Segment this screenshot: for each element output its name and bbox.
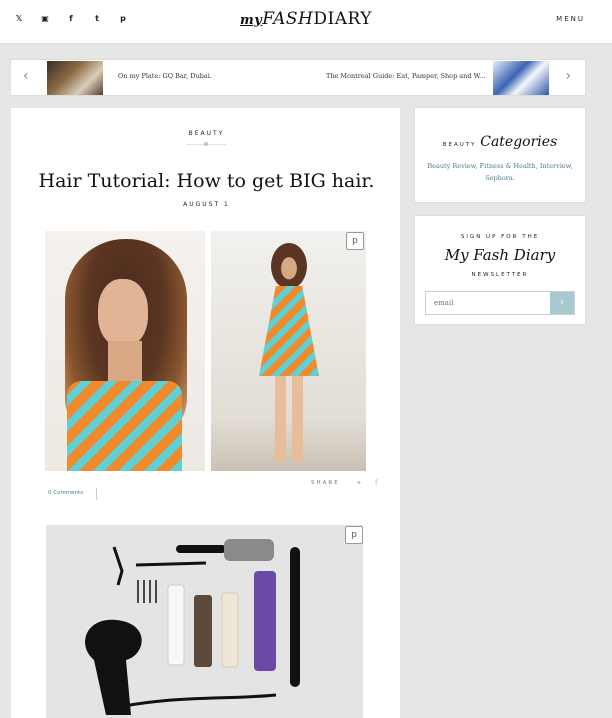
photo-face	[98, 279, 148, 347]
email-input[interactable]	[426, 292, 551, 314]
chevron-left-icon[interactable]: ‹	[23, 68, 29, 84]
pinterest-icon[interactable]: p	[345, 526, 363, 544]
categories-script-title: Categories	[480, 134, 558, 150]
categories-header: BEAUTY Categories	[415, 134, 585, 150]
site-header: 𝕏 ▣ f t p myFASHDIARY MENU	[0, 0, 612, 44]
hair-tools-illustration	[85, 539, 300, 715]
newsletter-header: SIGN UP FOR THE	[460, 234, 540, 240]
article-title[interactable]: Hair Tutorial: How to get BIG hair.	[11, 170, 402, 192]
photo-head	[271, 243, 307, 289]
article-photo-hair-tools[interactable]	[46, 525, 363, 718]
newsletter-widget: SIGN UP FOR THE My Fash Diary NEWSLETTER…	[414, 215, 586, 325]
site-logo[interactable]: myFASHDIARY	[0, 9, 612, 29]
article-photo-portrait[interactable]	[45, 231, 205, 471]
photo-neck	[108, 341, 142, 381]
menu-button[interactable]: MENU	[556, 15, 585, 23]
slider-item-title[interactable]: On my Plate: GQ Bar, Dubai.	[118, 72, 212, 80]
divider	[96, 488, 97, 500]
photo-dress	[259, 286, 319, 376]
comments-link[interactable]: 0 Comments	[48, 490, 83, 496]
article-photo-fullbody[interactable]	[211, 231, 366, 471]
share-label: SHARE	[311, 480, 340, 486]
pinterest-icon[interactable]: p	[346, 232, 364, 250]
photo-legs	[275, 376, 303, 461]
categories-widget: BEAUTY Categories Beauty Review, Fitness…	[414, 107, 586, 203]
photo-dress	[67, 381, 182, 471]
twitter-share-icon[interactable]: ✦	[356, 479, 362, 487]
article-category[interactable]: BEAUTY	[11, 130, 402, 137]
article-card: BEAUTY Hair Tutorial: How to get BIG hai…	[10, 107, 401, 718]
logo-fash: FASH	[262, 9, 314, 29]
logo-my: my	[239, 13, 263, 28]
categories-head-label: BEAUTY	[442, 142, 477, 148]
category-links[interactable]: Beauty Review, Fitness & Health, Intervi…	[425, 160, 575, 184]
slider-thumbnail[interactable]	[47, 61, 103, 95]
facebook-share-icon[interactable]: f	[375, 479, 377, 487]
post-slider: ‹ On my Plate: GQ Bar, Dubai. The Montre…	[10, 59, 586, 96]
newsletter-script-title: My Fash Diary	[444, 246, 556, 264]
article-date: AUGUST 1	[183, 201, 230, 208]
email-form: ›	[425, 291, 575, 315]
slider-item-title[interactable]: The Montreal Guide: Eat, Pamper, Shop an…	[326, 72, 485, 80]
submit-button[interactable]: ›	[550, 292, 574, 314]
slider-thumbnail[interactable]	[493, 61, 549, 95]
category-divider-dot	[204, 142, 208, 146]
logo-diary: DIARY	[313, 9, 372, 29]
newsletter-subheader: NEWSLETTER	[471, 272, 529, 278]
chevron-right-icon[interactable]: ›	[565, 68, 571, 84]
